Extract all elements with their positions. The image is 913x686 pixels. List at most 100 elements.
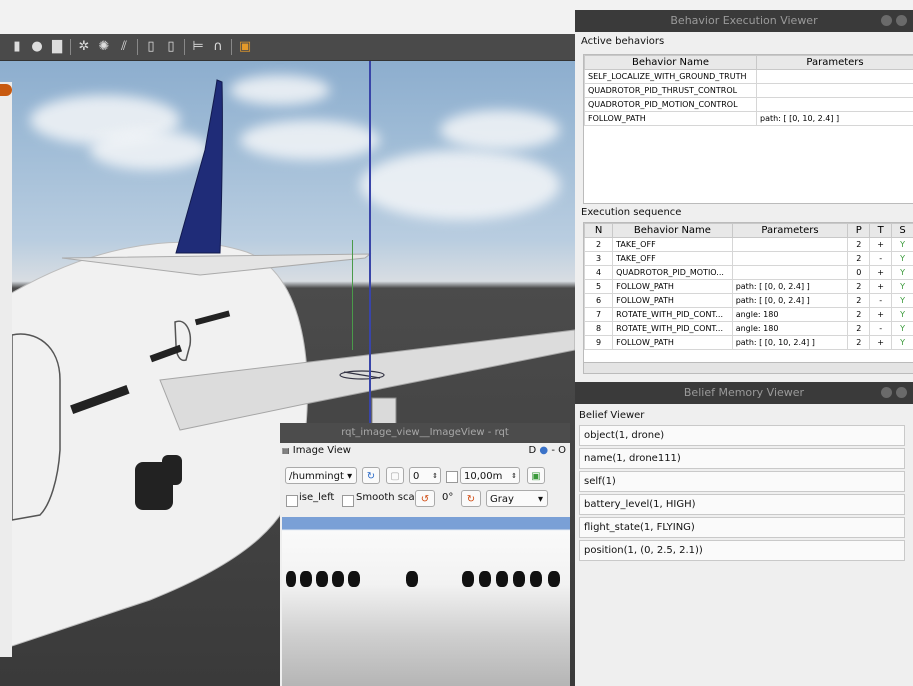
range-checkbox[interactable] bbox=[446, 471, 458, 483]
topic-suffix-label: ise_left bbox=[299, 492, 335, 503]
select-mode-icon[interactable]: ▮ bbox=[10, 40, 24, 54]
column-header-parameters[interactable]: Parameters bbox=[756, 55, 913, 70]
smooth-scaling-label: Smooth sca bbox=[356, 492, 415, 503]
minimize-icon[interactable] bbox=[881, 387, 892, 398]
n-cell: 2 bbox=[584, 237, 614, 252]
n-cell: 7 bbox=[584, 307, 614, 322]
column-header-p[interactable]: P bbox=[847, 223, 871, 238]
directional-light-icon[interactable]: ⫽ bbox=[117, 40, 131, 54]
panel-minimize-close[interactable]: - O bbox=[551, 445, 566, 456]
column-header-s[interactable]: S bbox=[891, 223, 913, 238]
parameters-cell: angle: 180 bbox=[731, 321, 849, 336]
copy-icon[interactable]: ▯ bbox=[144, 40, 158, 54]
window bbox=[286, 571, 296, 587]
behavior-name-cell: FOLLOW_PATH bbox=[612, 293, 733, 308]
parameters-cell bbox=[756, 69, 913, 84]
snap-icon[interactable]: ∩ bbox=[211, 40, 225, 54]
execution-row[interactable]: 7 ROTATE_WITH_PID_CONT... angle: 180 2 + Y bbox=[584, 307, 913, 322]
behavior-name-cell: SELF_LOCALIZE_WITH_GROUND_TRUTH bbox=[584, 69, 757, 84]
window bbox=[332, 571, 344, 587]
paste-icon[interactable]: ▯ bbox=[164, 40, 178, 54]
window bbox=[513, 571, 525, 587]
behavior-name-cell: FOLLOW_PATH bbox=[612, 279, 733, 294]
smooth-scaling-checkbox[interactable] bbox=[342, 495, 354, 507]
panel-toggle-icon[interactable] bbox=[0, 84, 12, 96]
behavior-execution-viewer: Behavior Execution Viewer Active behavio… bbox=[575, 10, 913, 382]
belief-item[interactable]: self(1) bbox=[579, 471, 905, 492]
execution-row[interactable]: 4 QUADROTOR_PID_MOTIO... 0 + Y bbox=[584, 265, 913, 280]
active-behavior-row[interactable]: QUADROTOR_PID_THRUST_CONTROL bbox=[584, 83, 913, 98]
camera-image[interactable] bbox=[282, 517, 570, 686]
belief-item[interactable]: battery_level(1, HIGH) bbox=[579, 494, 905, 515]
active-behavior-row[interactable]: SELF_LOCALIZE_WITH_GROUND_TRUTH bbox=[584, 69, 913, 84]
sphere-shape-icon[interactable]: ● bbox=[30, 40, 44, 54]
n-cell: 3 bbox=[584, 251, 614, 266]
topic-suffix-checkbox[interactable] bbox=[286, 495, 298, 507]
close-icon[interactable] bbox=[896, 15, 907, 26]
point-light-icon[interactable]: ✲ bbox=[77, 40, 91, 54]
column-header-behavior-name[interactable]: Behavior Name bbox=[584, 55, 757, 70]
panel-grip-icon: ▤ bbox=[282, 446, 290, 455]
close-icon[interactable] bbox=[896, 387, 907, 398]
t-cell: - bbox=[869, 321, 893, 336]
behavior-viewer-title: Behavior Execution Viewer bbox=[670, 14, 818, 27]
cylinder-shape-icon[interactable]: ▇ bbox=[50, 40, 64, 54]
column-header-n[interactable]: N bbox=[584, 223, 614, 238]
spot-light-icon[interactable]: ✺ bbox=[97, 40, 111, 54]
t-cell: - bbox=[869, 293, 893, 308]
behavior-viewer-titlebar[interactable]: Behavior Execution Viewer bbox=[575, 10, 913, 32]
active-behaviors-table: Behavior Name Parameters SELF_LOCALIZE_W… bbox=[584, 55, 913, 126]
n-cell: 5 bbox=[584, 279, 614, 294]
column-header-behavior-name[interactable]: Behavior Name bbox=[612, 223, 733, 238]
rotate-left-icon[interactable]: ↺ bbox=[415, 490, 435, 507]
zoom-fit-icon[interactable]: ▢ bbox=[386, 467, 404, 484]
p-cell: 2 bbox=[847, 307, 871, 322]
execution-row[interactable]: 9 FOLLOW_PATH path: [ [0, 10, 2.4] ] 2 + Y bbox=[584, 335, 913, 350]
horizontal-scrollbar[interactable] bbox=[584, 362, 913, 373]
topic-select[interactable]: /hummingt ▾ bbox=[285, 467, 357, 484]
window bbox=[479, 571, 491, 587]
image-view-titlebar[interactable]: rqt_image_view__ImageView - rqt bbox=[280, 423, 570, 443]
rotation-spinbox[interactable]: 0 ⇕ bbox=[409, 467, 441, 484]
toolbar-divider bbox=[137, 39, 138, 55]
left-side-panel bbox=[0, 82, 12, 657]
execution-row[interactable]: 6 FOLLOW_PATH path: [ [0, 0, 2.4] ] 2- Y bbox=[584, 293, 913, 308]
execution-sequence-table-container[interactable]: N Behavior Name Parameters P T S 2 TAKE_OFF 2 + Y… bbox=[583, 222, 913, 374]
belief-item[interactable]: name(1, drone111) bbox=[579, 448, 905, 469]
belief-memory-viewer: Belief Memory Viewer Belief Viewer objec… bbox=[575, 382, 913, 686]
belief-item[interactable]: position(1, (0, 2.5, 2.1)) bbox=[579, 540, 905, 561]
refresh-topics-icon[interactable]: ↻ bbox=[362, 467, 380, 484]
s-cell: Y bbox=[891, 237, 913, 252]
minimize-icon[interactable] bbox=[881, 15, 892, 26]
execution-row[interactable]: 3 TAKE_OFF 2- Y bbox=[584, 251, 913, 266]
window bbox=[530, 571, 542, 587]
help-icon[interactable]: ● bbox=[539, 445, 548, 456]
behavior-name-cell: ROTATE_WITH_PID_CONT... bbox=[612, 307, 733, 322]
execution-row[interactable]: 8 ROTATE_WITH_PID_CONT... angle: 180 2- Y bbox=[584, 321, 913, 336]
distance-spinbox[interactable]: 10,00m ⇕ bbox=[460, 467, 520, 484]
p-cell: 2 bbox=[847, 237, 871, 252]
distance-value: 10,00m bbox=[464, 471, 503, 482]
parameters-cell: angle: 180 bbox=[731, 307, 849, 322]
window bbox=[548, 571, 560, 587]
parameters-cell: path: [ [0, 0, 2.4] ] bbox=[731, 279, 849, 294]
camera-icon[interactable]: ▣ bbox=[238, 40, 252, 54]
active-behaviors-table-container[interactable]: Behavior Name Parameters SELF_LOCALIZE_W… bbox=[583, 54, 913, 204]
s-cell: Y bbox=[891, 307, 913, 322]
execution-row[interactable]: 2 TAKE_OFF 2 + Y bbox=[584, 237, 913, 252]
belief-item[interactable]: flight_state(1, FLYING) bbox=[579, 517, 905, 538]
belief-viewer-titlebar[interactable]: Belief Memory Viewer bbox=[575, 382, 913, 404]
belief-item[interactable]: object(1, drone) bbox=[579, 425, 905, 446]
align-icon[interactable]: ⊨ bbox=[191, 40, 205, 54]
save-image-icon[interactable]: ▣ bbox=[527, 467, 545, 484]
column-header-t[interactable]: T bbox=[869, 223, 893, 238]
color-scheme-select[interactable]: Gray ▾ bbox=[486, 490, 548, 507]
active-behavior-row[interactable]: FOLLOW_PATH path: [ [0, 10, 2.4] ] bbox=[584, 111, 913, 126]
execution-row[interactable]: 5 FOLLOW_PATH path: [ [0, 0, 2.4] ] 2 + Y bbox=[584, 279, 913, 294]
rotate-right-icon[interactable]: ↻ bbox=[461, 490, 481, 507]
column-header-parameters[interactable]: Parameters bbox=[731, 223, 849, 238]
t-cell: + bbox=[869, 265, 893, 280]
active-behavior-row[interactable]: QUADROTOR_PID_MOTION_CONTROL bbox=[584, 97, 913, 112]
parameters-cell bbox=[731, 237, 849, 252]
panel-d-button[interactable]: D bbox=[529, 445, 537, 456]
